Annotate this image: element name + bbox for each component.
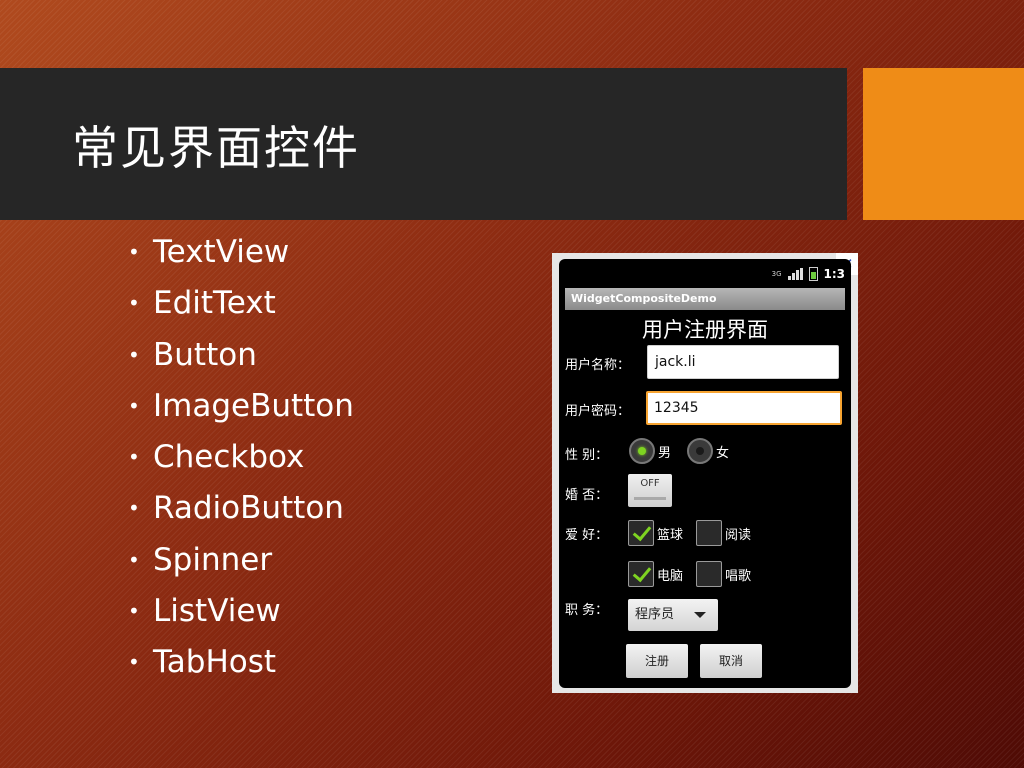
bullet-dot: •: [128, 342, 140, 367]
register-button[interactable]: 注册: [626, 644, 688, 678]
hobby-row-1: 篮球 阅读: [628, 520, 764, 546]
job-spinner[interactable]: 程序员: [628, 599, 718, 631]
bullet-dot: •: [128, 393, 140, 418]
checkbox-basketball-label: 篮球: [657, 527, 684, 543]
checkbox-computer-label: 电脑: [657, 568, 684, 584]
status-icons: 3G 1:3: [772, 266, 845, 282]
bullet-text: Checkbox: [153, 439, 305, 475]
bullet-item: • RadioButton: [128, 488, 354, 539]
app-title-bar: WidgetCompositeDemo: [565, 288, 845, 310]
network-3g-icon: 3G: [771, 269, 782, 278]
gender-radio-group: 男 女: [629, 438, 745, 464]
slide-title: 常见界面控件: [72, 121, 360, 175]
bullet-item: • ImageButton: [128, 386, 354, 437]
married-label: 婚 否：: [565, 488, 609, 503]
toggle-indicator: [634, 497, 666, 500]
status-time: 1:3: [823, 267, 846, 281]
username-label: 用户名称：: [565, 358, 631, 373]
bullet-dot: •: [128, 240, 140, 264]
dropdown-caret-icon: [694, 612, 706, 618]
bullet-item: • EditText: [128, 283, 354, 334]
accent-block: [863, 68, 1024, 220]
checkbox-singing-label: 唱歌: [725, 568, 752, 584]
bullet-item: • Button: [128, 335, 354, 386]
married-toggle-button[interactable]: OFF: [628, 474, 672, 507]
hobby-row-2: 电脑 唱歌: [628, 561, 764, 587]
checkbox-reading[interactable]: [696, 520, 722, 546]
bullet-text: ListView: [153, 592, 281, 629]
bullet-text: TabHost: [153, 644, 277, 680]
checkbox-singing[interactable]: [696, 561, 722, 587]
radio-male-label: 男: [658, 445, 672, 461]
bullet-item: • TabHost: [128, 642, 354, 693]
gender-label: 性 别：: [565, 448, 609, 463]
radio-female[interactable]: [687, 438, 714, 464]
radio-female-label: 女: [716, 445, 730, 461]
toggle-text: OFF: [640, 478, 660, 489]
username-field[interactable]: jack.li: [647, 345, 839, 379]
bullet-dot: •: [128, 650, 140, 674]
checkbox-computer[interactable]: [628, 561, 654, 587]
form-title: 用户注册界面: [642, 318, 768, 342]
hobby-label: 爱 好：: [565, 528, 609, 543]
bullet-text: Button: [153, 336, 257, 373]
bullet-item: • Spinner: [128, 540, 354, 591]
checkbox-basketball[interactable]: [628, 520, 654, 546]
job-label: 职 务：: [565, 603, 609, 618]
bullet-dot: •: [128, 291, 140, 316]
bullet-item: • TextView: [128, 232, 354, 283]
bullet-dot: •: [128, 598, 140, 623]
radio-male[interactable]: [629, 438, 655, 464]
signal-icon: [787, 268, 803, 280]
bullet-dot: •: [128, 547, 140, 572]
bullet-text: RadioButton: [153, 490, 344, 527]
bullet-dot: •: [128, 445, 140, 469]
battery-icon: [808, 267, 818, 281]
password-label: 用户密码：: [565, 404, 631, 419]
checkbox-reading-label: 阅读: [725, 527, 752, 543]
bullet-text: Spinner: [153, 541, 273, 578]
cancel-button[interactable]: 取消: [700, 644, 762, 678]
bullet-text: EditText: [153, 285, 276, 322]
bullet-item: • ListView: [128, 591, 354, 642]
bullet-text: TextView: [153, 234, 290, 270]
bullet-dot: •: [128, 496, 140, 521]
job-spinner-value: 程序员: [635, 607, 675, 622]
password-field[interactable]: 12345: [646, 391, 842, 425]
bullet-list: • TextView • EditText • Button • ImageButton…: [128, 232, 354, 693]
status-bar: 3G 1:3: [559, 259, 851, 287]
phone-screen: 3G 1:3 WidgetCompositeDemo 用户注册界面 用户名称： …: [559, 259, 851, 688]
bullet-text: ImageButton: [153, 387, 354, 424]
bullet-item: • Checkbox: [128, 437, 354, 488]
